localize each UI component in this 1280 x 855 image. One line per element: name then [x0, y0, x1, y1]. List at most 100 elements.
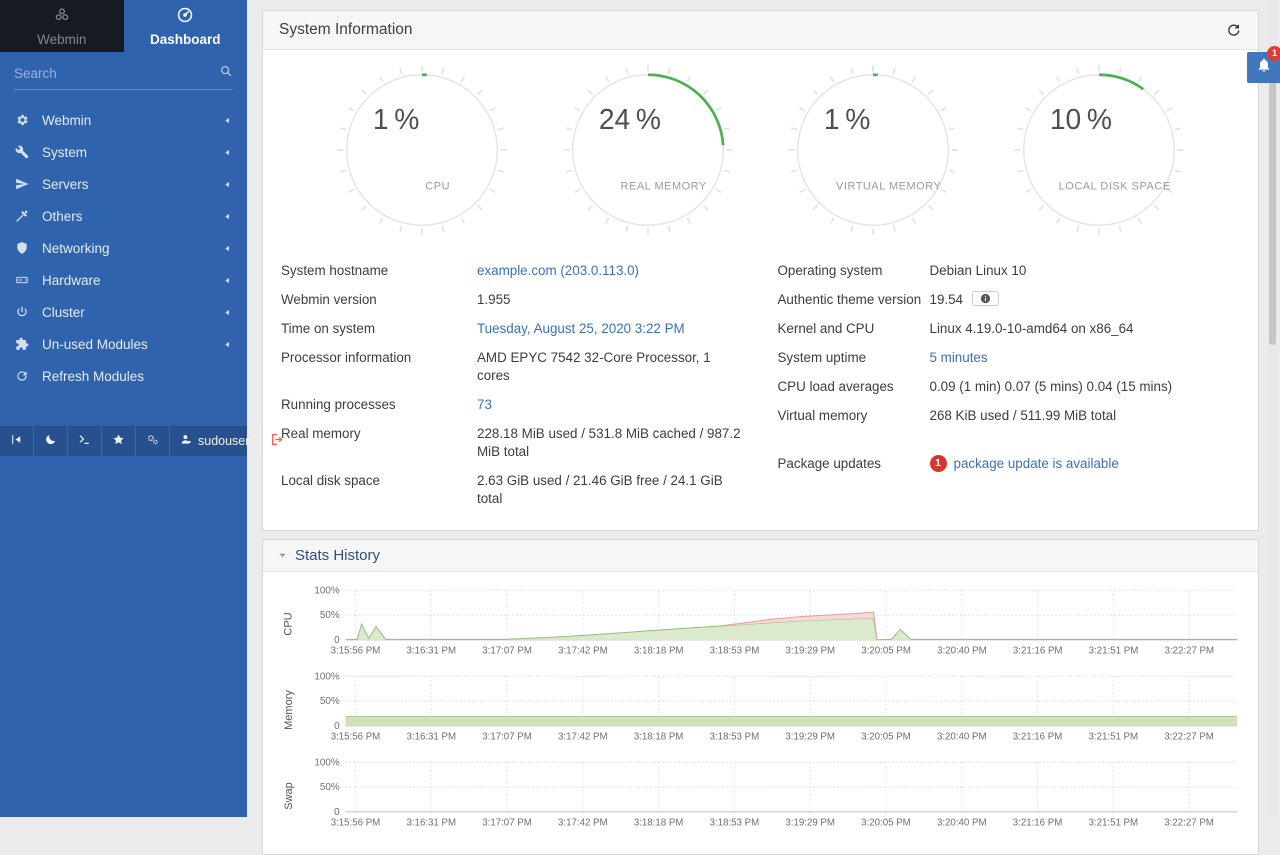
svg-text:REAL MEMORY: REAL MEMORY — [620, 181, 706, 193]
svg-text:3:20:05 PM: 3:20:05 PM — [861, 646, 911, 657]
search-icon[interactable] — [219, 64, 233, 83]
info-value: 19.54 — [930, 291, 1241, 309]
info-value: 1.955 — [477, 291, 744, 309]
svg-text:3:18:53 PM: 3:18:53 PM — [710, 732, 760, 743]
tab-webmin[interactable]: Webmin — [0, 0, 124, 52]
svg-text:LOCAL DISK SPACE: LOCAL DISK SPACE — [1058, 181, 1170, 193]
info-label: Processor information — [281, 349, 477, 385]
svg-text:VIRTUAL MEMORY: VIRTUAL MEMORY — [836, 181, 941, 193]
theme-info-button[interactable] — [972, 291, 999, 306]
sidebar-search — [14, 64, 233, 90]
svg-text:1 %: 1 % — [373, 103, 419, 135]
svg-text:3:20:40 PM: 3:20:40 PM — [937, 732, 987, 743]
user-button[interactable]: sudouser — [170, 426, 260, 456]
logout-button[interactable] — [260, 426, 294, 456]
user-icon — [180, 433, 193, 449]
sidebar-item-label: Hardware — [42, 273, 223, 288]
info-value-link[interactable]: example.com (203.0.113.0) — [477, 262, 639, 280]
svg-text:3:15:56 PM: 3:15:56 PM — [331, 818, 381, 829]
info-label: Package updates — [778, 455, 930, 473]
svg-text:3:21:51 PM: 3:21:51 PM — [1089, 732, 1139, 743]
username-label: sudouser — [198, 434, 249, 448]
sidebar-item-refresh-modules[interactable]: Refresh Modules — [0, 360, 247, 392]
chart-axis-title: Swap — [277, 790, 301, 802]
chevron-left-icon — [223, 305, 232, 320]
notification-count-badge: 1 — [1267, 46, 1280, 61]
info-value: 1 package update is available — [930, 455, 1241, 473]
info-value-link[interactable]: 73 — [477, 396, 492, 414]
sidebar-item-cluster[interactable]: Cluster — [0, 296, 247, 328]
info-label: System uptime — [778, 349, 930, 367]
info-value: example.com (203.0.113.0) — [477, 262, 744, 280]
table-row: Webmin version1.955 — [281, 285, 744, 314]
chevron-left-icon — [223, 337, 232, 352]
sidebar-item-label: Others — [42, 209, 223, 224]
sidebar-item-webmin[interactable]: Webmin — [0, 104, 247, 136]
sidebar-item-label: Networking — [42, 241, 223, 256]
tools-icon — [15, 209, 30, 224]
info-value: 2.63 GiB used / 21.46 GiB free / 24.1 Gi… — [477, 472, 744, 508]
notifications-tab[interactable]: 1 — [1247, 52, 1280, 83]
info-label: System hostname — [281, 262, 477, 280]
sidebar-item-networking[interactable]: Networking — [0, 232, 247, 264]
collapse-sidebar-button[interactable] — [0, 426, 34, 456]
shield-icon — [15, 241, 30, 256]
info-value-text: 268 KiB used / 511.99 MiB total — [930, 407, 1117, 425]
sidebar-item-others[interactable]: Others — [0, 200, 247, 232]
sidebar: WebminDashboard WebminSystemServersOther… — [0, 0, 247, 817]
tab-dashboard[interactable]: Dashboard — [124, 0, 248, 52]
info-value-link[interactable]: 5 minutes — [930, 349, 988, 367]
svg-text:3:18:18 PM: 3:18:18 PM — [634, 732, 684, 743]
table-row: Virtual memory268 KiB used / 511.99 MiB … — [778, 401, 1241, 430]
svg-text:3:19:29 PM: 3:19:29 PM — [785, 818, 835, 829]
scrollbar-thumb[interactable] — [1269, 50, 1276, 345]
sidebar-item-un-used-modules[interactable]: Un-used Modules — [0, 328, 247, 360]
terminal-button[interactable] — [68, 426, 102, 456]
night-mode-button[interactable] — [34, 426, 68, 456]
svg-text:50%: 50% — [320, 696, 340, 707]
stats-history-toggle[interactable]: Stats History — [263, 540, 1258, 572]
chevron-left-icon — [223, 241, 232, 256]
chart-axis-title-text: CPU — [283, 612, 295, 635]
info-label: Kernel and CPU — [778, 320, 930, 338]
sidebar-menu: WebminSystemServers Others Networking Hardw… — [0, 104, 247, 392]
info-value: 0.09 (1 min) 0.07 (5 mins) 0.04 (15 mins… — [930, 378, 1241, 396]
sidebar-item-servers[interactable]: Servers — [0, 168, 247, 200]
harddrive-icon — [15, 273, 30, 288]
info-value-text: 228.18 MiB used / 531.8 MiB cached / 987… — [477, 425, 744, 461]
table-row: Running processes73 — [281, 390, 744, 419]
info-label: Running processes — [281, 396, 477, 414]
search-input[interactable] — [14, 66, 219, 81]
svg-text:3:17:07 PM: 3:17:07 PM — [482, 818, 532, 829]
svg-text:3:20:05 PM: 3:20:05 PM — [861, 818, 911, 829]
svg-text:3:18:53 PM: 3:18:53 PM — [710, 818, 760, 829]
table-row: System uptime5 minutes — [778, 343, 1241, 372]
sidebar-item-system[interactable]: System — [0, 136, 247, 168]
favorites-button[interactable] — [102, 426, 136, 456]
svg-text:1 %: 1 % — [824, 103, 870, 135]
theme-settings-button[interactable] — [136, 426, 170, 456]
info-value-text: Linux 4.19.0-10-amd64 on x86_64 — [930, 320, 1134, 338]
chart-axis-title-text: Memory — [283, 690, 295, 730]
sidebar-item-hardware[interactable]: Hardware — [0, 264, 247, 296]
collapse-icon — [10, 433, 23, 449]
info-value: 228.18 MiB used / 531.8 MiB cached / 987… — [477, 425, 744, 461]
info-value-text: AMD EPYC 7542 32-Core Processor, 1 cores — [477, 349, 744, 385]
table-row: Local disk space2.63 GiB used / 21.46 Gi… — [281, 467, 744, 514]
sidebar-tabs: Webmin Dashboard — [0, 0, 247, 52]
info-value-link[interactable]: package update is available — [954, 455, 1119, 473]
svg-text:3:20:05 PM: 3:20:05 PM — [861, 732, 911, 743]
svg-text:3:17:42 PM: 3:17:42 PM — [558, 732, 608, 743]
info-value: AMD EPYC 7542 32-Core Processor, 1 cores — [477, 349, 744, 385]
page-scrollbar — [1268, 0, 1277, 817]
package-count-badge: 1 — [930, 455, 947, 472]
tab-label: Dashboard — [150, 32, 221, 47]
table-row: Authentic theme version19.54 — [778, 285, 1241, 314]
info-value-link[interactable]: Tuesday, August 25, 2020 3:22 PM — [477, 320, 685, 338]
svg-text:100%: 100% — [314, 586, 340, 596]
svg-text:3:20:40 PM: 3:20:40 PM — [937, 646, 987, 657]
svg-text:3:16:31 PM: 3:16:31 PM — [406, 732, 456, 743]
info-label: CPU load averages — [778, 378, 930, 396]
chart-axis-title-text: Swap — [283, 782, 295, 810]
refresh-page-icon[interactable] — [1225, 22, 1242, 39]
